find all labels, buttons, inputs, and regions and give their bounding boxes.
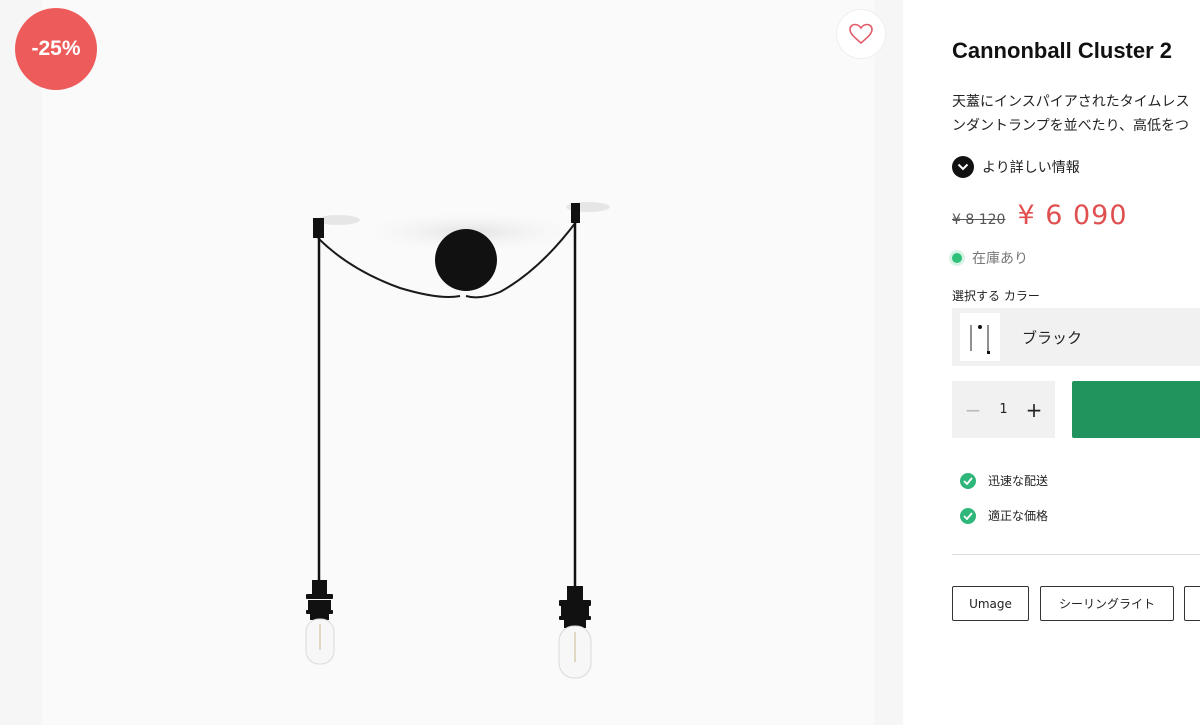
more-info-toggle[interactable]: より詳しい情報: [952, 156, 1080, 178]
status-dot-icon: [952, 253, 962, 263]
stock-status: 在庫あり: [952, 248, 1028, 268]
sale-price: ¥ 6 090: [1017, 200, 1128, 231]
product-description: 天蓋にインスパイアされたタイムレス ンダントランプを並べたり、高低をつ: [952, 90, 1189, 138]
more-info-label: より詳しい情報: [982, 160, 1080, 176]
check-icon: [960, 507, 976, 524]
product-title: Cannonball Cluster 2: [952, 38, 1173, 63]
feature-fair-price: 適正な価格: [960, 507, 1048, 524]
add-to-cart-button[interactable]: [1072, 381, 1200, 438]
price-row: ¥ 8 120 ¥ 6 090: [952, 200, 1128, 231]
description-line-1: 天蓋にインスパイアされたタイムレス: [952, 94, 1190, 110]
tag-more[interactable]: [1184, 586, 1200, 621]
color-thumbnail: [960, 313, 1000, 361]
heart-icon: [849, 23, 873, 45]
quantity-value[interactable]: 1: [999, 402, 1007, 417]
product-image[interactable]: [0, 0, 903, 725]
discount-badge: -25%: [15, 8, 97, 90]
product-info-panel: Cannonball Cluster 2 天蓋にインスパイアされたタイムレス ン…: [952, 0, 1200, 725]
quantity-stepper[interactable]: − 1 +: [952, 381, 1055, 438]
stock-status-text: 在庫あり: [972, 251, 1028, 267]
color-selector[interactable]: ブラック: [952, 308, 1200, 366]
feature-label: 迅速な配送: [988, 474, 1049, 488]
wishlist-button[interactable]: [836, 9, 886, 59]
feature-fast-delivery: 迅速な配送: [960, 472, 1048, 489]
feature-label: 適正な価格: [988, 509, 1049, 523]
product-page: -25% Cannonball Cluster 2 天蓋にインスパイアされたタイ…: [0, 0, 1200, 725]
divider: [952, 554, 1200, 555]
description-line-2: ンダントランプを並べたり、高低をつ: [952, 118, 1190, 134]
original-price: ¥ 8 120: [952, 212, 1006, 228]
selected-color-name: ブラック: [1022, 328, 1083, 347]
product-gallery: -25%: [0, 0, 903, 725]
tag-umage[interactable]: Umage: [952, 586, 1029, 621]
quantity-decrease-button[interactable]: −: [964, 398, 982, 422]
color-label: 選択する カラー: [952, 289, 1040, 303]
chevron-down-icon: [952, 156, 974, 178]
tag-ceiling-light[interactable]: シーリングライト: [1040, 586, 1174, 621]
check-icon: [960, 472, 976, 489]
quantity-increase-button[interactable]: +: [1025, 398, 1043, 422]
